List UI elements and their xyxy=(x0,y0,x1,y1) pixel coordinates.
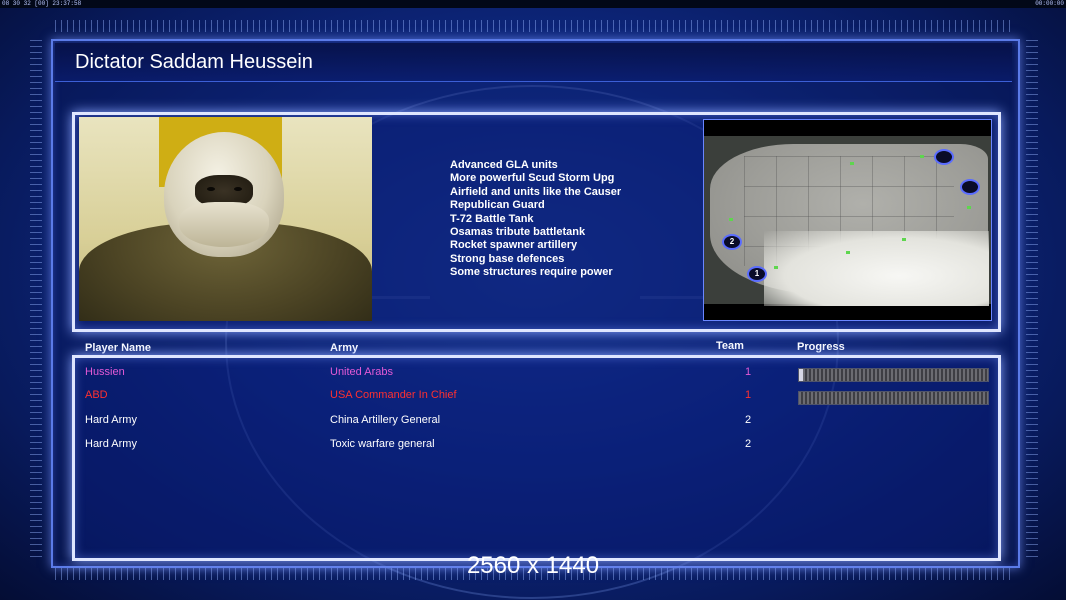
player-team: 2 xyxy=(745,438,752,450)
map-terrain: 2 1 xyxy=(704,136,991,306)
map-spawn-point[interactable]: 2 xyxy=(722,234,742,250)
map-spawn-point[interactable] xyxy=(934,149,954,165)
player-army: China Artillery General xyxy=(330,414,441,426)
table-row: Hard Army Toxic warfare general 2 xyxy=(85,438,990,456)
portrait-eye xyxy=(207,187,215,191)
feature-item: Airfield and units like the Causer xyxy=(450,185,622,198)
player-name: Hussien xyxy=(85,366,125,378)
player-army: Toxic warfare general xyxy=(330,438,435,450)
players-table xyxy=(72,355,1001,561)
player-name: ABD xyxy=(85,389,108,401)
ruler-right xyxy=(1026,40,1038,560)
map-unit-marker xyxy=(902,238,906,241)
feature-list: Advanced GLA units More powerful Scud St… xyxy=(450,159,621,280)
feature-item: Some structures require power xyxy=(450,266,613,279)
player-team: 2 xyxy=(745,414,752,426)
ruler-left xyxy=(30,40,42,560)
player-name: Hard Army xyxy=(85,414,137,426)
player-army: United Arabs xyxy=(330,366,393,378)
table-row: Hard Army China Artillery General 2 xyxy=(85,414,990,432)
progress-fill xyxy=(799,369,803,381)
column-header-army: Army xyxy=(330,342,359,354)
map-spawn-point[interactable] xyxy=(960,179,980,195)
table-row: ABD USA Commander In Chief 1 xyxy=(85,389,990,407)
status-right: 00:00:00 xyxy=(1035,0,1064,7)
status-left: 08 30 32 [00] 23:37:58 xyxy=(2,0,82,7)
feature-item: Republican Guard xyxy=(450,199,545,212)
feature-item: Osamas tribute battletank xyxy=(450,226,586,239)
general-portrait xyxy=(79,117,372,321)
ruler-top xyxy=(55,20,1010,32)
progress-bar xyxy=(798,368,989,382)
status-bar: 08 30 32 [00] 23:37:58 00:00:00 xyxy=(0,0,1066,8)
column-header-team: Team xyxy=(716,340,744,352)
map-unit-marker xyxy=(967,206,971,209)
map-unit-marker xyxy=(920,155,924,158)
player-team: 1 xyxy=(745,389,752,401)
map-unit-marker xyxy=(850,162,854,165)
portrait-eye xyxy=(234,187,242,191)
map-preview[interactable]: 2 1 xyxy=(703,119,992,321)
feature-item: Strong base defences xyxy=(450,252,565,265)
table-row: Hussien United Arabs 1 xyxy=(85,366,990,384)
feature-item: T-72 Battle Tank xyxy=(450,212,534,225)
page-title: Dictator Saddam Heussein xyxy=(75,51,313,73)
player-team: 1 xyxy=(745,366,752,378)
map-unit-marker xyxy=(729,218,733,221)
map-snow xyxy=(764,231,989,306)
column-header-progress: Progress xyxy=(797,341,845,353)
player-name: Hard Army xyxy=(85,438,137,450)
resolution-label: 2560 x 1440 xyxy=(466,552,600,579)
map-unit-marker xyxy=(846,251,850,254)
map-spawn-point[interactable]: 1 xyxy=(747,266,767,282)
player-army: USA Commander In Chief xyxy=(330,389,457,401)
portrait-scarf xyxy=(179,202,269,247)
column-header-player-name: Player Name xyxy=(85,342,152,354)
feature-item: Rocket spawner artillery xyxy=(450,239,578,252)
map-unit-marker xyxy=(774,266,778,269)
feature-item: Advanced GLA units xyxy=(450,159,558,171)
progress-bar xyxy=(798,391,989,405)
feature-item: More powerful Scud Storm Upg xyxy=(450,172,615,185)
